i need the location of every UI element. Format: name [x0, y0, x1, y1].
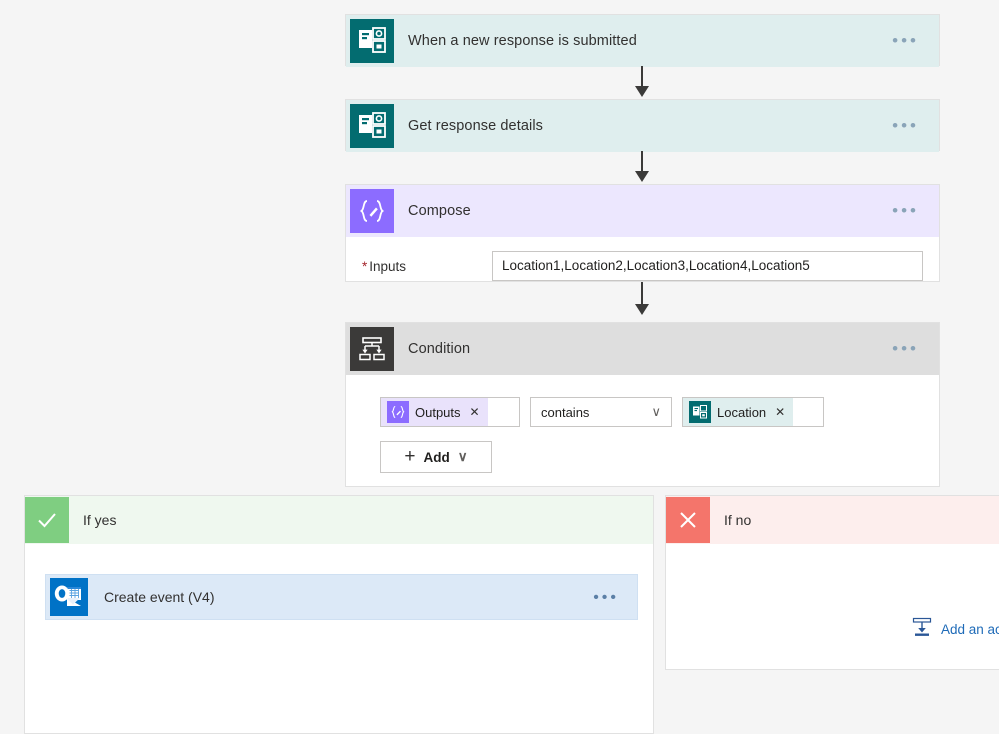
flow-node-menu-button[interactable]: •••: [872, 340, 939, 357]
flow-node-compose[interactable]: Compose ••• * Inputs Location1,Location2,…: [345, 184, 940, 282]
flow-node-title: Get response details: [408, 118, 543, 134]
condition-add-button[interactable]: + Add ∨: [380, 441, 492, 473]
condition-add-label: Add: [423, 449, 450, 465]
add-action-button-if-no[interactable]: Add an acti: [911, 616, 999, 643]
branch-title: If yes: [83, 512, 117, 528]
checkmark-icon: [25, 497, 69, 543]
close-x-icon: [666, 497, 710, 543]
condition-operator-value: contains: [541, 404, 590, 420]
flow-node-title: Compose: [408, 203, 471, 219]
flow-designer-canvas: When a new response is submitted ••• Get: [0, 0, 999, 734]
chevron-down-icon: ∨: [457, 449, 468, 464]
microsoft-forms-icon: [350, 104, 394, 148]
required-asterisk: *: [362, 258, 368, 274]
branch-header-if-yes: If yes: [25, 496, 653, 544]
flow-node-header: Condition •••: [346, 323, 939, 375]
connector-arrow: [635, 171, 649, 182]
outlook-icon: [50, 578, 88, 616]
branch-if-no: If no Add an acti: [665, 495, 999, 670]
flow-node-menu-button[interactable]: •••: [872, 202, 939, 219]
branch-title: If no: [724, 512, 752, 528]
condition-operator-select[interactable]: contains ∨: [530, 397, 672, 427]
compose-braces-icon: [350, 189, 394, 233]
flow-node-header: When a new response is submitted •••: [346, 15, 939, 67]
condition-left-operand[interactable]: Outputs ✕: [380, 397, 520, 427]
compose-braces-icon: [387, 401, 409, 423]
compose-inputs-label-text: Inputs: [369, 258, 407, 274]
condition-right-operand[interactable]: Location ✕: [682, 397, 824, 427]
compose-inputs-label: * Inputs: [362, 259, 492, 274]
chevron-down-icon: ∨: [651, 404, 661, 419]
flow-node-condition[interactable]: Condition ••• Outputs ✕ contains ∨ Locat…: [345, 322, 940, 487]
flow-node-menu-button[interactable]: •••: [872, 32, 939, 49]
connector-arrow: [635, 304, 649, 315]
flow-node-menu-button[interactable]: •••: [872, 117, 939, 134]
flow-node-menu-button[interactable]: •••: [575, 589, 637, 605]
dynamic-token-label: Outputs: [415, 404, 461, 420]
branch-header-if-no: If no: [666, 496, 999, 544]
dynamic-token-label: Location: [717, 404, 767, 420]
add-action-label: Add an acti: [941, 622, 999, 637]
remove-token-button[interactable]: ✕: [470, 405, 480, 419]
microsoft-forms-icon: [350, 19, 394, 63]
flow-node-header: Get response details •••: [346, 100, 939, 152]
flow-node-create-event[interactable]: Create event (V4) •••: [45, 574, 638, 620]
connector-arrow: [635, 86, 649, 97]
flow-node-title: Create event (V4): [104, 589, 215, 605]
condition-branch-icon: [350, 327, 394, 371]
plus-icon: +: [404, 446, 416, 467]
remove-token-button[interactable]: ✕: [775, 405, 785, 419]
flow-node-header: Compose •••: [346, 185, 939, 237]
add-action-icon: [911, 616, 933, 643]
flow-node-get-response[interactable]: Get response details •••: [345, 99, 940, 152]
flow-node-title: Condition: [408, 341, 471, 357]
condition-body: Outputs ✕ contains ∨ Location ✕ + Add ∨: [346, 375, 939, 495]
flow-node-trigger[interactable]: When a new response is submitted •••: [345, 14, 940, 67]
flow-node-title: When a new response is submitted: [408, 33, 637, 49]
dynamic-token-location[interactable]: Location ✕: [683, 398, 794, 426]
branch-if-yes: If yes Create event (V4) •••: [24, 495, 654, 734]
condition-row: Outputs ✕ contains ∨ Location ✕: [380, 397, 939, 427]
dynamic-token-outputs[interactable]: Outputs ✕: [381, 398, 488, 426]
microsoft-forms-icon: [689, 401, 711, 423]
compose-inputs-field[interactable]: Location1,Location2,Location3,Location4,…: [492, 251, 923, 281]
